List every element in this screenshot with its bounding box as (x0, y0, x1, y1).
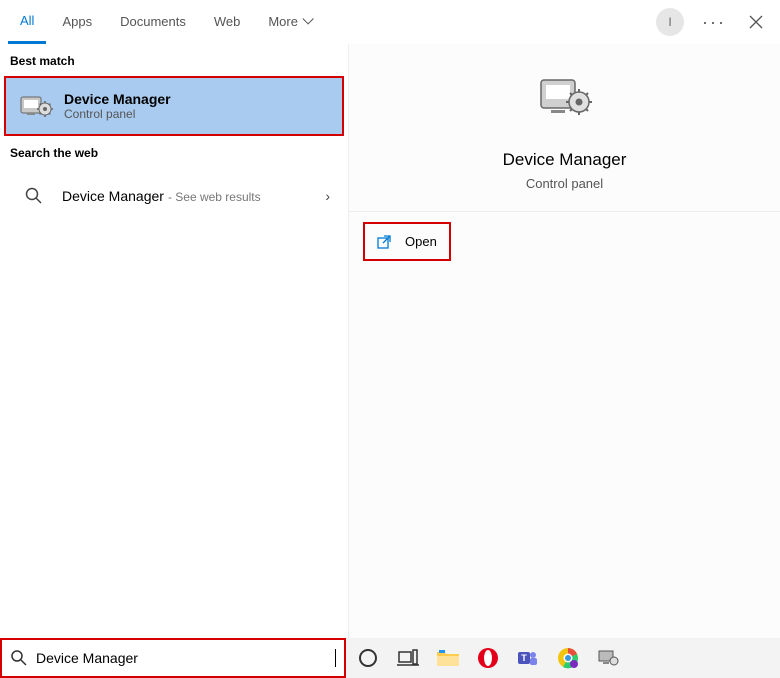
results-pane: Best match Device Manager Control panel … (0, 44, 348, 638)
svg-text:T: T (521, 653, 527, 663)
bottom-bar: T (0, 638, 780, 678)
chevron-down-icon (302, 13, 313, 24)
preview-device-manager-icon (535, 70, 595, 130)
search-icon (10, 649, 28, 667)
task-view-icon[interactable] (394, 644, 422, 672)
best-match-label: Best match (0, 44, 348, 76)
result-subtitle: Control panel (64, 107, 171, 121)
preview-subtitle: Control panel (365, 176, 764, 191)
search-input[interactable] (28, 650, 335, 666)
web-query-text: Device Manager (62, 188, 164, 204)
search-tabs: All Apps Documents Web More I ··· (0, 0, 780, 44)
result-title: Device Manager (64, 91, 171, 107)
search-box[interactable] (0, 638, 346, 678)
user-avatar[interactable]: I (656, 8, 684, 36)
opera-icon[interactable] (474, 644, 502, 672)
cortana-icon[interactable] (354, 644, 382, 672)
search-web-label: Search the web (0, 136, 348, 168)
web-result[interactable]: Device Manager - See web results › (4, 168, 344, 224)
preview-pane: Device Manager Control panel Open (348, 44, 780, 638)
result-device-manager[interactable]: Device Manager Control panel (4, 76, 344, 136)
tab-more[interactable]: More (256, 0, 322, 44)
close-icon (749, 15, 763, 29)
file-explorer-icon[interactable] (434, 644, 462, 672)
teams-icon[interactable]: T (514, 644, 542, 672)
web-suffix: - See web results (168, 190, 261, 204)
close-button[interactable] (744, 10, 768, 34)
open-button[interactable]: Open (363, 222, 451, 261)
text-cursor (335, 649, 336, 667)
tab-all[interactable]: All (8, 0, 46, 44)
chevron-right-icon: › (325, 188, 330, 204)
device-manager-icon (18, 88, 54, 124)
tab-apps[interactable]: Apps (50, 0, 104, 44)
open-label: Open (405, 234, 437, 249)
overflow-menu-icon[interactable]: ··· (702, 10, 726, 34)
tab-more-label: More (268, 14, 298, 29)
tab-documents[interactable]: Documents (108, 0, 198, 44)
chrome-icon[interactable] (554, 644, 582, 672)
preview-title: Device Manager (365, 150, 764, 170)
taskbar: T (346, 638, 780, 678)
tab-web[interactable]: Web (202, 0, 253, 44)
search-icon (16, 178, 52, 214)
open-icon (377, 235, 393, 249)
device-icon[interactable] (594, 644, 622, 672)
